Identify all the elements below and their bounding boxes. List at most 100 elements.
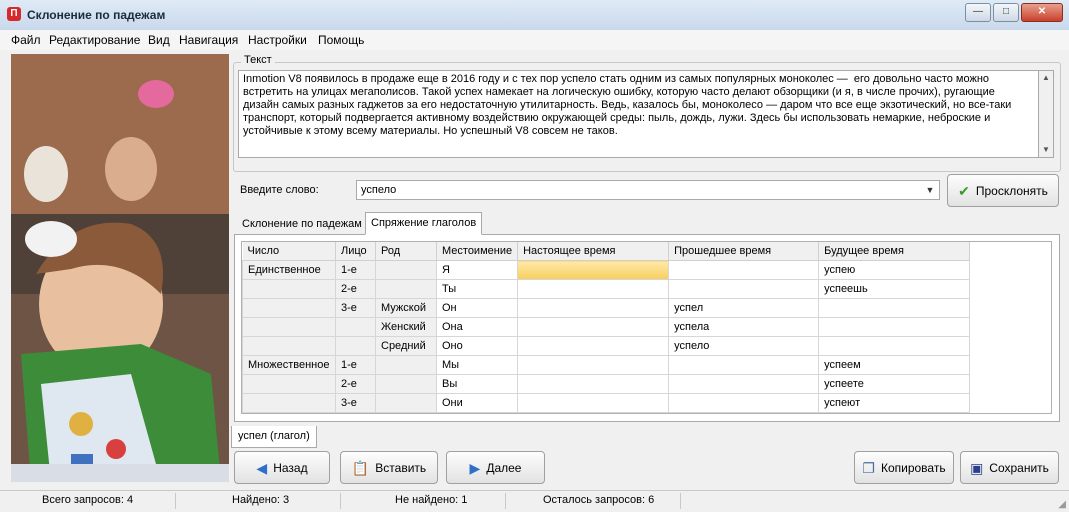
menu-navigation[interactable]: Навигация (179, 33, 238, 47)
back-button[interactable]: ◀ Назад (234, 451, 330, 484)
table-cell[interactable] (517, 317, 670, 337)
chevron-down-icon[interactable]: ▼ (922, 182, 938, 198)
text-scrollbar[interactable]: ▲ ▼ (1038, 70, 1054, 158)
table-cell[interactable] (517, 355, 670, 375)
minimize-button[interactable]: — (965, 3, 991, 22)
menu-edit[interactable]: Редактирование (49, 33, 140, 47)
column-header[interactable]: Род (375, 242, 437, 261)
table-cell[interactable]: успел (668, 298, 820, 318)
table-cell[interactable] (242, 298, 336, 318)
menu-file[interactable]: Файл (11, 33, 41, 47)
word-combobox[interactable]: успело ▼ (356, 180, 940, 200)
scroll-up-icon[interactable]: ▲ (1039, 71, 1053, 85)
column-header[interactable]: Прошедшее время (668, 242, 820, 261)
column-header[interactable]: Настоящее время (517, 242, 670, 261)
table-cell[interactable]: Средний (375, 336, 437, 356)
table-cell[interactable]: 1-е (335, 260, 376, 280)
table-cell[interactable] (517, 374, 670, 394)
menu-bar: Файл Редактирование Вид Навигация Настро… (0, 30, 1069, 50)
table-cell[interactable]: 3-е (335, 393, 376, 413)
table-cell[interactable] (242, 279, 336, 299)
table-cell[interactable] (818, 336, 971, 356)
table-cell[interactable]: успеете (818, 374, 971, 394)
table-cell[interactable] (242, 374, 336, 394)
table-cell[interactable] (668, 260, 820, 280)
table-cell[interactable]: успею (818, 260, 971, 280)
table-cell[interactable]: Оно (435, 336, 519, 356)
source-text-area[interactable]: Inmotion V8 появилось в продаже еще в 20… (238, 70, 1038, 158)
table-cell[interactable] (668, 393, 820, 413)
status-found: Найдено: 3 (232, 494, 290, 506)
table-cell[interactable]: Ты (435, 279, 519, 299)
scroll-down-icon[interactable]: ▼ (1039, 143, 1053, 157)
next-button[interactable]: ▶ Далее (446, 451, 545, 484)
table-cell[interactable] (375, 393, 437, 413)
table-cell[interactable] (242, 393, 336, 413)
table-row[interactable]: Средний Оно успело (242, 336, 971, 356)
table-cell[interactable] (375, 279, 437, 299)
save-button[interactable]: ▣ Сохранить (960, 451, 1059, 484)
table-cell[interactable] (242, 336, 336, 356)
table-cell[interactable]: 3-е (335, 298, 376, 318)
table-cell[interactable]: Мужской (375, 298, 437, 318)
table-cell[interactable] (668, 374, 820, 394)
table-cell[interactable] (668, 279, 820, 299)
table-cell[interactable] (375, 260, 437, 280)
table-row[interactable]: 2-е Вы успеете (242, 374, 971, 394)
table-cell[interactable]: Мы (435, 355, 519, 375)
table-cell[interactable] (517, 260, 670, 280)
column-header[interactable]: Местоимение (436, 242, 519, 261)
menu-view[interactable]: Вид (148, 33, 170, 47)
table-row[interactable]: Единственное 1-е Яуспею (242, 260, 971, 280)
table-cell[interactable]: 2-е (335, 374, 376, 394)
table-cell[interactable]: 1-е (335, 355, 376, 375)
copy-button[interactable]: ❐ Копировать (854, 451, 954, 484)
table-cell[interactable] (818, 317, 971, 337)
result-tab[interactable]: успел (глагол) (231, 426, 317, 448)
table-cell[interactable]: успеют (818, 393, 971, 413)
paste-button[interactable]: 📋 Вставить (340, 451, 438, 484)
table-row[interactable]: 3-е Мужской Он успел (242, 298, 971, 318)
table-row[interactable]: Множественное 1-е Мы успеем (242, 355, 971, 375)
checkmark-icon: ✔ (958, 182, 970, 199)
table-cell[interactable] (242, 317, 336, 337)
tab-conjugation[interactable]: Спряжение глаголов (365, 212, 483, 235)
table-cell[interactable]: Они (435, 393, 519, 413)
table-cell[interactable]: успела (668, 317, 820, 337)
table-row[interactable]: 3-е Они успеют (242, 393, 971, 413)
table-cell[interactable]: Единственное (242, 260, 336, 280)
column-header[interactable]: Число (242, 242, 336, 261)
table-cell[interactable] (517, 279, 670, 299)
table-cell[interactable]: 2-е (335, 279, 376, 299)
table-cell[interactable]: Она (435, 317, 519, 337)
table-cell[interactable]: Множественное (242, 355, 336, 375)
table-row[interactable]: 2-е Ты успеешь (242, 279, 971, 299)
table-cell[interactable]: Я (435, 260, 519, 280)
maximize-button[interactable]: □ (993, 3, 1019, 22)
resize-grip-icon[interactable]: ◢ (1058, 499, 1066, 510)
table-cell[interactable]: Вы (435, 374, 519, 394)
table-cell[interactable]: успело (668, 336, 820, 356)
conjugation-grid[interactable]: Число Лицо Род Местоимение Настоящее время Пр… (241, 241, 1052, 414)
tab-declension[interactable]: Склонение по падежам (236, 213, 368, 234)
table-cell[interactable]: успеем (818, 355, 971, 375)
column-header[interactable]: Лицо (335, 242, 376, 261)
table-row[interactable]: Женский Она успела (242, 317, 971, 337)
menu-settings[interactable]: Настройки (248, 33, 307, 47)
table-cell[interactable] (517, 336, 670, 356)
table-cell[interactable] (517, 393, 670, 413)
close-button[interactable]: ✕ (1021, 3, 1063, 22)
column-header[interactable]: Будущее время (818, 242, 971, 261)
table-cell[interactable]: успеешь (818, 279, 971, 299)
table-cell[interactable] (517, 298, 670, 318)
table-cell[interactable] (818, 298, 971, 318)
table-cell[interactable] (375, 374, 437, 394)
table-cell[interactable] (375, 355, 437, 375)
table-cell[interactable] (335, 317, 376, 337)
menu-help[interactable]: Помощь (318, 33, 364, 47)
table-cell[interactable] (335, 336, 376, 356)
table-cell[interactable]: Он (435, 298, 519, 318)
decline-button[interactable]: ✔ Просклонять (947, 174, 1059, 207)
table-cell[interactable]: Женский (375, 317, 437, 337)
table-cell[interactable] (668, 355, 820, 375)
